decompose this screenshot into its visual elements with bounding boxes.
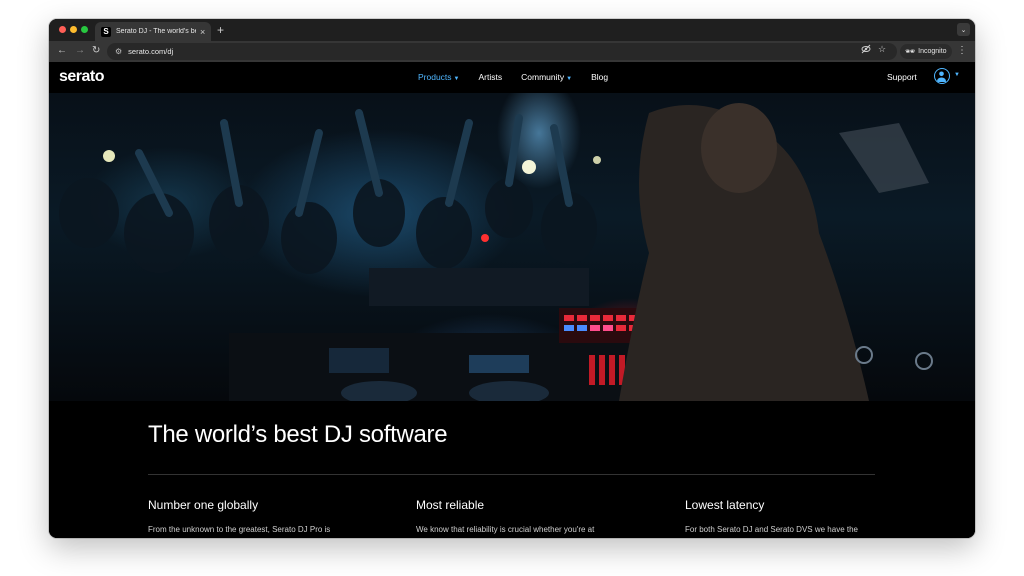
nav-support[interactable]: Support	[887, 72, 917, 82]
page-headline: The world’s best DJ software	[148, 421, 448, 448]
tab-close-icon[interactable]: ×	[200, 27, 205, 37]
chevron-down-icon: ▼	[453, 76, 460, 82]
stage-light	[103, 150, 115, 162]
incognito-label: Incognito	[918, 48, 947, 55]
nav-community[interactable]: Community ▼	[521, 72, 572, 82]
feature-text: For both Serato DJ and Serato DVS we hav…	[685, 525, 858, 534]
feature-lowest-latency: Lowest latency For both Serato DJ and Se…	[685, 498, 905, 534]
serato-page: serato Products ▼ Artists Community ▼ Blog…	[49, 62, 975, 538]
stage-light	[593, 156, 601, 164]
forward-arrow-icon[interactable]: →	[75, 45, 85, 56]
incognito-badge[interactable]: 🕶 Incognito	[900, 44, 952, 59]
feature-text: From the unknown to the greatest, Serato…	[148, 525, 331, 534]
feature-number-one: Number one globally From the unknown to …	[148, 498, 368, 534]
serato-favicon-icon: S	[101, 26, 111, 37]
serato-logo[interactable]: serato	[59, 68, 105, 86]
feature-title: Most reliable	[416, 498, 485, 512]
address-bar[interactable]: ⚙ serato.com/dj	[107, 43, 897, 60]
tab-strip: S Serato DJ - The world's best × + ⌄	[49, 19, 975, 41]
browser-menu-icon[interactable]: ⋮	[957, 45, 967, 56]
feature-text: We know that reliability is crucial whet…	[416, 525, 595, 534]
nav-products-label: Products	[418, 72, 452, 82]
crowd-silhouettes	[59, 178, 597, 274]
intro-section: The world’s best DJ software Number one …	[49, 401, 975, 538]
dj-deck-top	[369, 268, 589, 306]
site-settings-icon[interactable]: ⚙	[115, 47, 122, 56]
nav-products[interactable]: Products ▼	[418, 72, 460, 82]
video-screen	[839, 123, 929, 193]
reload-icon[interactable]: ↻	[92, 45, 100, 56]
section-divider	[148, 474, 875, 475]
feature-most-reliable: Most reliable We know that reliability i…	[416, 498, 636, 534]
url-text: serato.com/dj	[128, 47, 174, 56]
stage-light	[481, 234, 489, 242]
maximize-window-button[interactable]	[81, 26, 88, 33]
close-window-button[interactable]	[59, 26, 66, 33]
browser-toolbar: ← → ↻ ⚙ serato.com/dj ☆ 🕶 Incognito ⋮	[49, 41, 975, 62]
nav-artists[interactable]: Artists	[479, 72, 503, 82]
chevron-down-icon: ▼	[566, 76, 573, 82]
feature-title: Number one globally	[148, 498, 259, 512]
tab-search-chevron-icon[interactable]: ⌄	[957, 23, 970, 36]
hero-image	[49, 93, 975, 401]
feature-title: Lowest latency	[685, 498, 765, 512]
main-nav: Products ▼ Artists Community ▼ Blog	[418, 62, 627, 92]
new-tab-button[interactable]: +	[217, 23, 224, 37]
eye-off-icon[interactable]	[861, 44, 871, 56]
site-header: serato Products ▼ Artists Community ▼ Blog…	[49, 62, 975, 92]
account-chevron-down-icon[interactable]: ▼	[954, 72, 960, 78]
hero-dj-crowd-illustration	[59, 103, 933, 401]
browser-tab[interactable]: S Serato DJ - The world's best ×	[95, 22, 211, 41]
tab-title: Serato DJ - The world's best	[116, 28, 196, 35]
back-arrow-icon[interactable]: ←	[57, 45, 67, 56]
minimize-window-button[interactable]	[70, 26, 77, 33]
dj-head	[701, 103, 777, 193]
laptop-screen-decks	[855, 346, 933, 370]
mixer-screen	[329, 348, 389, 373]
stage-light	[522, 160, 536, 174]
nav-community-label: Community	[521, 72, 565, 82]
nav-blog[interactable]: Blog	[591, 72, 608, 82]
account-icon[interactable]	[934, 68, 950, 84]
dj-booth	[229, 333, 649, 401]
incognito-icon: 🕶	[905, 47, 916, 56]
star-icon[interactable]: ☆	[878, 44, 886, 55]
cdj-screen	[469, 355, 529, 373]
browser-window: S Serato DJ - The world's best × + ⌄ ← →…	[49, 19, 975, 538]
